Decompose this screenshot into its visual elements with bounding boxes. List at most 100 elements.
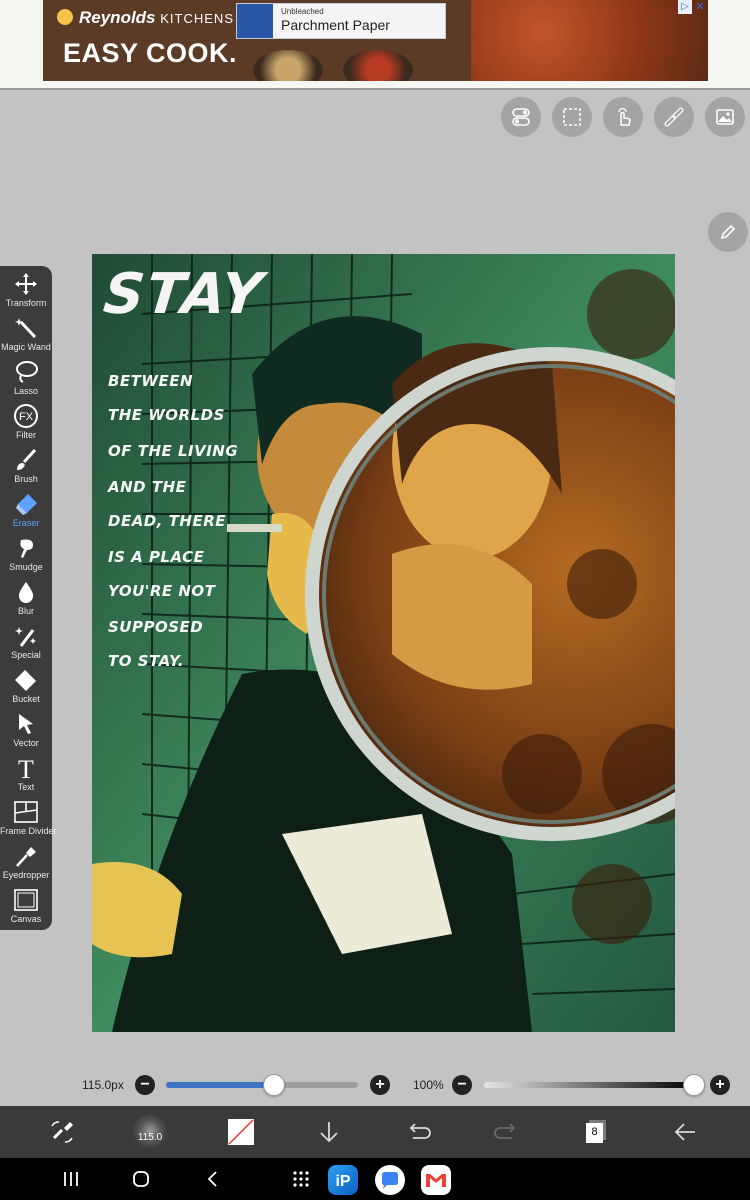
tool-panel: Transform Magic Wand Lasso FX Filter Bru… (0, 266, 57, 930)
opacity-decrease-button[interactable]: − (452, 1075, 472, 1095)
back-chevron-icon (207, 1171, 217, 1187)
tool-blur[interactable]: Blur (0, 578, 52, 622)
tool-special[interactable]: Special (0, 622, 52, 666)
artwork-line: BETWEEN (108, 372, 194, 390)
svg-text:iP: iP (335, 1173, 350, 1190)
artwork-line: AND THE (108, 478, 187, 496)
brush-preview-button[interactable]: 115.0 (133, 1114, 167, 1148)
tool-text[interactable]: T Text (0, 754, 52, 798)
home-button[interactable] (126, 1166, 156, 1192)
tool-vector[interactable]: Vector (0, 710, 52, 754)
undo-button[interactable] (401, 1116, 435, 1148)
tool-bucket[interactable]: Bucket (0, 666, 52, 710)
ad-close-icon[interactable]: ✕ (693, 0, 707, 14)
eraser-icon (16, 494, 37, 515)
transform-icon (15, 273, 37, 295)
tool-filter[interactable]: FX Filter (0, 402, 52, 446)
opacity-slider-handle[interactable] (683, 1074, 705, 1096)
ad-food-image (471, 0, 708, 81)
tool-label: Bucket (12, 694, 40, 704)
ad-banner[interactable]: Reynolds KITCHENS EASY COOK. Unbleached … (43, 0, 708, 81)
ad-product-name: Parchment Paper (281, 17, 390, 33)
drawing-canvas[interactable]: STAY BETWEEN THE WORLDS OF THE LIVING AN… (92, 254, 675, 1032)
special-icon (15, 627, 36, 647)
redo-button[interactable] (490, 1116, 524, 1148)
tool-label: Blur (17, 606, 34, 616)
ruler-button[interactable] (654, 97, 694, 137)
tool-canvas[interactable]: Canvas (0, 886, 52, 930)
tool-eyedropper[interactable]: Eyedropper (0, 842, 52, 886)
artwork-line: SUPPOSED (108, 618, 204, 636)
brush-size-increase-button[interactable]: + (370, 1075, 390, 1095)
tool-label: Canvas (10, 914, 42, 924)
tool-label: Transform (5, 298, 47, 308)
ibispaint-app-icon[interactable]: iP (328, 1165, 358, 1195)
brush-size-slider-handle[interactable] (262, 1074, 285, 1096)
tool-brush[interactable]: Brush (0, 446, 52, 490)
artwork-line: OF THE LIVING (108, 442, 239, 460)
quick-menu-button[interactable] (45, 1116, 79, 1148)
arrow-left-icon (674, 1123, 695, 1141)
app-grid-icon (293, 1171, 309, 1187)
back-button[interactable] (668, 1116, 702, 1148)
tool-eraser[interactable]: Eraser (0, 490, 52, 534)
tool-transform[interactable]: Transform (0, 270, 52, 314)
app-drawer-button[interactable] (286, 1166, 316, 1192)
tool-magic-wand[interactable]: Magic Wand (0, 314, 52, 358)
home-circle-icon (133, 1171, 149, 1187)
layers-count: 8 (591, 1126, 598, 1138)
gmail-app-icon[interactable] (421, 1165, 451, 1195)
ad-product-sub: Unbleached (281, 7, 324, 16)
selection-button[interactable] (552, 97, 592, 137)
svg-text:T: T (18, 756, 34, 780)
toggle-button[interactable] (501, 97, 541, 137)
tool-label: Frame Divider (0, 826, 57, 836)
tool-label: Special (11, 650, 41, 660)
tool-label: Smudge (9, 562, 43, 572)
tool-label: Vector (13, 738, 39, 748)
color-swatch-icon (228, 1119, 254, 1145)
messages-app-icon[interactable] (375, 1165, 405, 1195)
brush-icon (17, 448, 37, 470)
ad-info-icon[interactable]: ▷ (678, 0, 692, 14)
ad-brand-suffix: KITCHENS (160, 11, 234, 26)
undo-icon (409, 1123, 431, 1139)
tool-label: Text (17, 782, 35, 792)
recent-apps-button[interactable] (56, 1166, 86, 1192)
redo-icon (494, 1123, 516, 1139)
tool-frame-divider[interactable]: Frame Divider (0, 798, 57, 842)
artwork-line: IS A PLACE (108, 548, 205, 566)
tool-lasso[interactable]: Lasso (0, 358, 52, 402)
image-icon (716, 109, 734, 125)
tool-smudge[interactable]: Smudge (0, 534, 52, 578)
frame-divider-icon (14, 801, 38, 823)
smudge-icon (20, 539, 33, 558)
back-nav-button[interactable] (198, 1166, 228, 1192)
touch-button[interactable] (603, 97, 643, 137)
ad-bowls-image (253, 46, 413, 81)
tool-label: Magic Wand (1, 342, 51, 352)
brush-controls: 115.0px − + 100% − + (0, 1066, 750, 1106)
bucket-icon (15, 670, 36, 691)
brush-size-fill (166, 1082, 274, 1088)
brush-eraser-swap-icon (51, 1121, 73, 1143)
artwork-line: DEAD, THERE (108, 512, 227, 530)
blur-icon (18, 582, 34, 603)
artwork-line: YOU'RE NOT (108, 582, 216, 600)
reference-image-button[interactable] (705, 97, 745, 137)
opacity-track[interactable] (484, 1082, 694, 1088)
ruler-icon (664, 107, 684, 127)
download-button[interactable] (312, 1116, 346, 1148)
color-swatch-button[interactable] (224, 1116, 258, 1148)
ad-product-box: Unbleached Parchment Paper (236, 3, 446, 39)
canvas-icon (14, 889, 38, 911)
brush-size-decrease-button[interactable]: − (135, 1075, 155, 1095)
recent-apps-icon (64, 1172, 78, 1186)
layers-button[interactable]: 8 (579, 1116, 613, 1148)
tool-label: Eraser (12, 518, 40, 528)
side-pen-button[interactable] (708, 212, 748, 252)
touch-icon (618, 107, 631, 126)
ad-logo (57, 9, 73, 25)
brush-preview-size: 115.0 (137, 1132, 163, 1143)
opacity-increase-button[interactable]: + (710, 1075, 730, 1095)
